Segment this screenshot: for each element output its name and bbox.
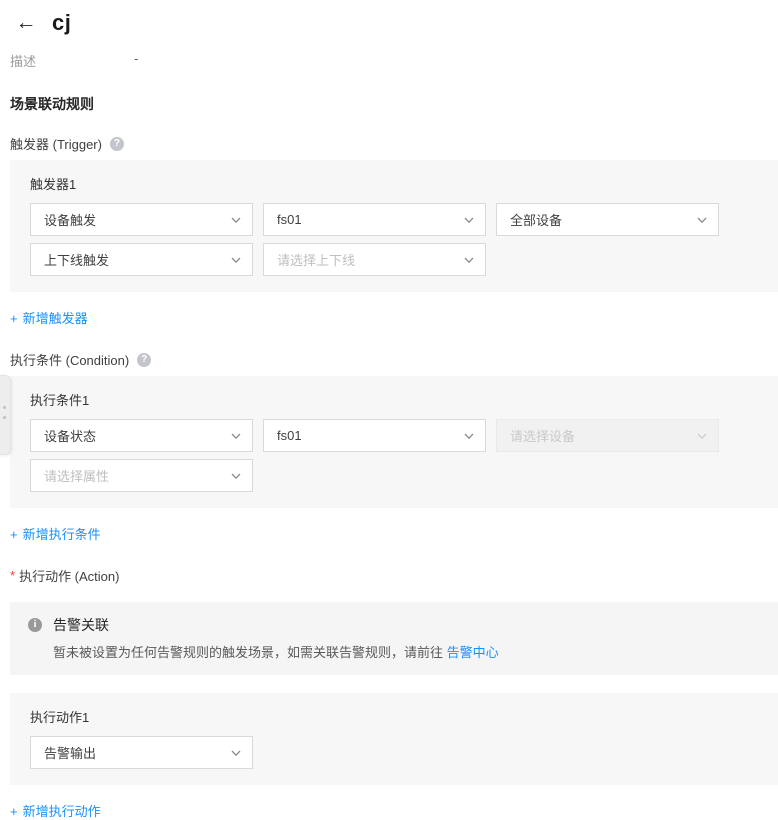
add-trigger-link[interactable]: + 新增触发器 (10, 308, 778, 327)
description-label: 描述 (10, 51, 134, 70)
add-trigger-label: 新增触发器 (23, 311, 88, 326)
action-label-row: * 执行动作 (Action) (10, 566, 778, 585)
trigger-event-value: 上下线触发 (44, 250, 109, 269)
trigger-select-row-2: 上下线触发 请选择上下线 (30, 243, 758, 276)
info-icon: i (28, 618, 42, 632)
notice-title: 告警关联 (53, 615, 109, 635)
chevron-down-icon (696, 430, 708, 442)
notice-description-text: 暂未被设置为任何告警规则的触发场景，如需关联告警规则，请前往 (53, 645, 447, 660)
add-action-label: 新增执行动作 (23, 804, 101, 819)
drawer-collapse-handle[interactable] (0, 375, 11, 455)
condition-product-select[interactable]: fs01 (263, 419, 486, 452)
condition-property-placeholder: 请选择属性 (44, 466, 109, 485)
condition-label: 执行条件 (Condition) (10, 350, 129, 369)
trigger-type-value: 设备触发 (44, 210, 96, 229)
add-condition-label: 新增执行条件 (23, 527, 101, 542)
condition-select-row-2: 请选择属性 (30, 459, 758, 492)
condition-type-select[interactable]: 设备状态 (30, 419, 253, 452)
chevron-down-icon (696, 214, 708, 226)
add-condition-link[interactable]: + 新增执行条件 (10, 524, 778, 543)
trigger-event-select[interactable]: 上下线触发 (30, 243, 253, 276)
trigger-type-select[interactable]: 设备触发 (30, 203, 253, 236)
notice-head: i 告警关联 (28, 615, 758, 635)
chevron-down-icon (463, 430, 475, 442)
action-group-title: 执行动作1 (30, 707, 758, 726)
scene-rule-detail-page: ← cj 描述 - 场景联动规则 触发器 (Trigger) ? 触发器1 设备… (0, 0, 778, 820)
condition-property-select[interactable]: 请选择属性 (30, 459, 253, 492)
trigger-label-row: 触发器 (Trigger) ? (10, 134, 778, 153)
condition-select-row-1: 设备状态 fs01 请选择设备 (30, 419, 758, 452)
required-asterisk: * (10, 568, 15, 583)
add-action-link[interactable]: + 新增执行动作 (10, 801, 778, 820)
action-type-value: 告警输出 (44, 743, 96, 762)
action-type-select[interactable]: 告警输出 (30, 736, 253, 769)
description-row: 描述 - (10, 51, 778, 70)
chevron-down-icon (230, 254, 242, 266)
drag-dots-icon (3, 406, 6, 409)
condition-device-select-disabled[interactable]: 请选择设备 (496, 419, 719, 452)
chevron-down-icon (230, 747, 242, 759)
chevron-down-icon (230, 214, 242, 226)
page-header: ← cj (0, 0, 778, 36)
condition-type-value: 设备状态 (44, 426, 96, 445)
condition-device-placeholder: 请选择设备 (510, 426, 575, 445)
trigger-group-title: 触发器1 (30, 174, 758, 193)
chevron-down-icon (230, 430, 242, 442)
trigger-event-value-select[interactable]: 请选择上下线 (263, 243, 486, 276)
condition-help-icon[interactable]: ? (137, 353, 151, 367)
trigger-select-row-1: 设备触发 fs01 全部设备 (30, 203, 758, 236)
action-panel: 执行动作1 告警输出 (10, 693, 778, 785)
condition-label-row: 执行条件 (Condition) ? (10, 350, 778, 369)
trigger-product-value: fs01 (277, 212, 302, 227)
condition-panel: 执行条件1 设备状态 fs01 请选择设备 (10, 376, 778, 508)
description-value: - (134, 51, 138, 70)
action-label: 执行动作 (Action) (19, 566, 119, 585)
section-title-scene-linkage-rules: 场景联动规则 (10, 94, 778, 114)
plus-icon: + (10, 804, 18, 819)
alarm-center-link[interactable]: 告警中心 (447, 645, 499, 660)
trigger-device-select[interactable]: 全部设备 (496, 203, 719, 236)
back-arrow-icon[interactable]: ← (14, 11, 38, 35)
chevron-down-icon (463, 214, 475, 226)
plus-icon: + (10, 527, 18, 542)
plus-icon: + (10, 311, 18, 326)
trigger-device-value: 全部设备 (510, 210, 562, 229)
chevron-down-icon (230, 470, 242, 482)
condition-group-title: 执行条件1 (30, 390, 758, 409)
trigger-help-icon[interactable]: ? (110, 137, 124, 151)
trigger-panel: 触发器1 设备触发 fs01 全部设备 (10, 160, 778, 292)
notice-description: 暂未被设置为任何告警规则的触发场景，如需关联告警规则，请前往 告警中心 (53, 642, 758, 661)
alarm-association-notice: i 告警关联 暂未被设置为任何告警规则的触发场景，如需关联告警规则，请前往 告警… (10, 602, 778, 675)
trigger-event-value-placeholder: 请选择上下线 (277, 250, 355, 269)
action-select-row-1: 告警输出 (30, 736, 758, 769)
page-title: cj (52, 10, 71, 36)
chevron-down-icon (463, 254, 475, 266)
condition-product-value: fs01 (277, 428, 302, 443)
trigger-product-select[interactable]: fs01 (263, 203, 486, 236)
trigger-label: 触发器 (Trigger) (10, 134, 102, 153)
